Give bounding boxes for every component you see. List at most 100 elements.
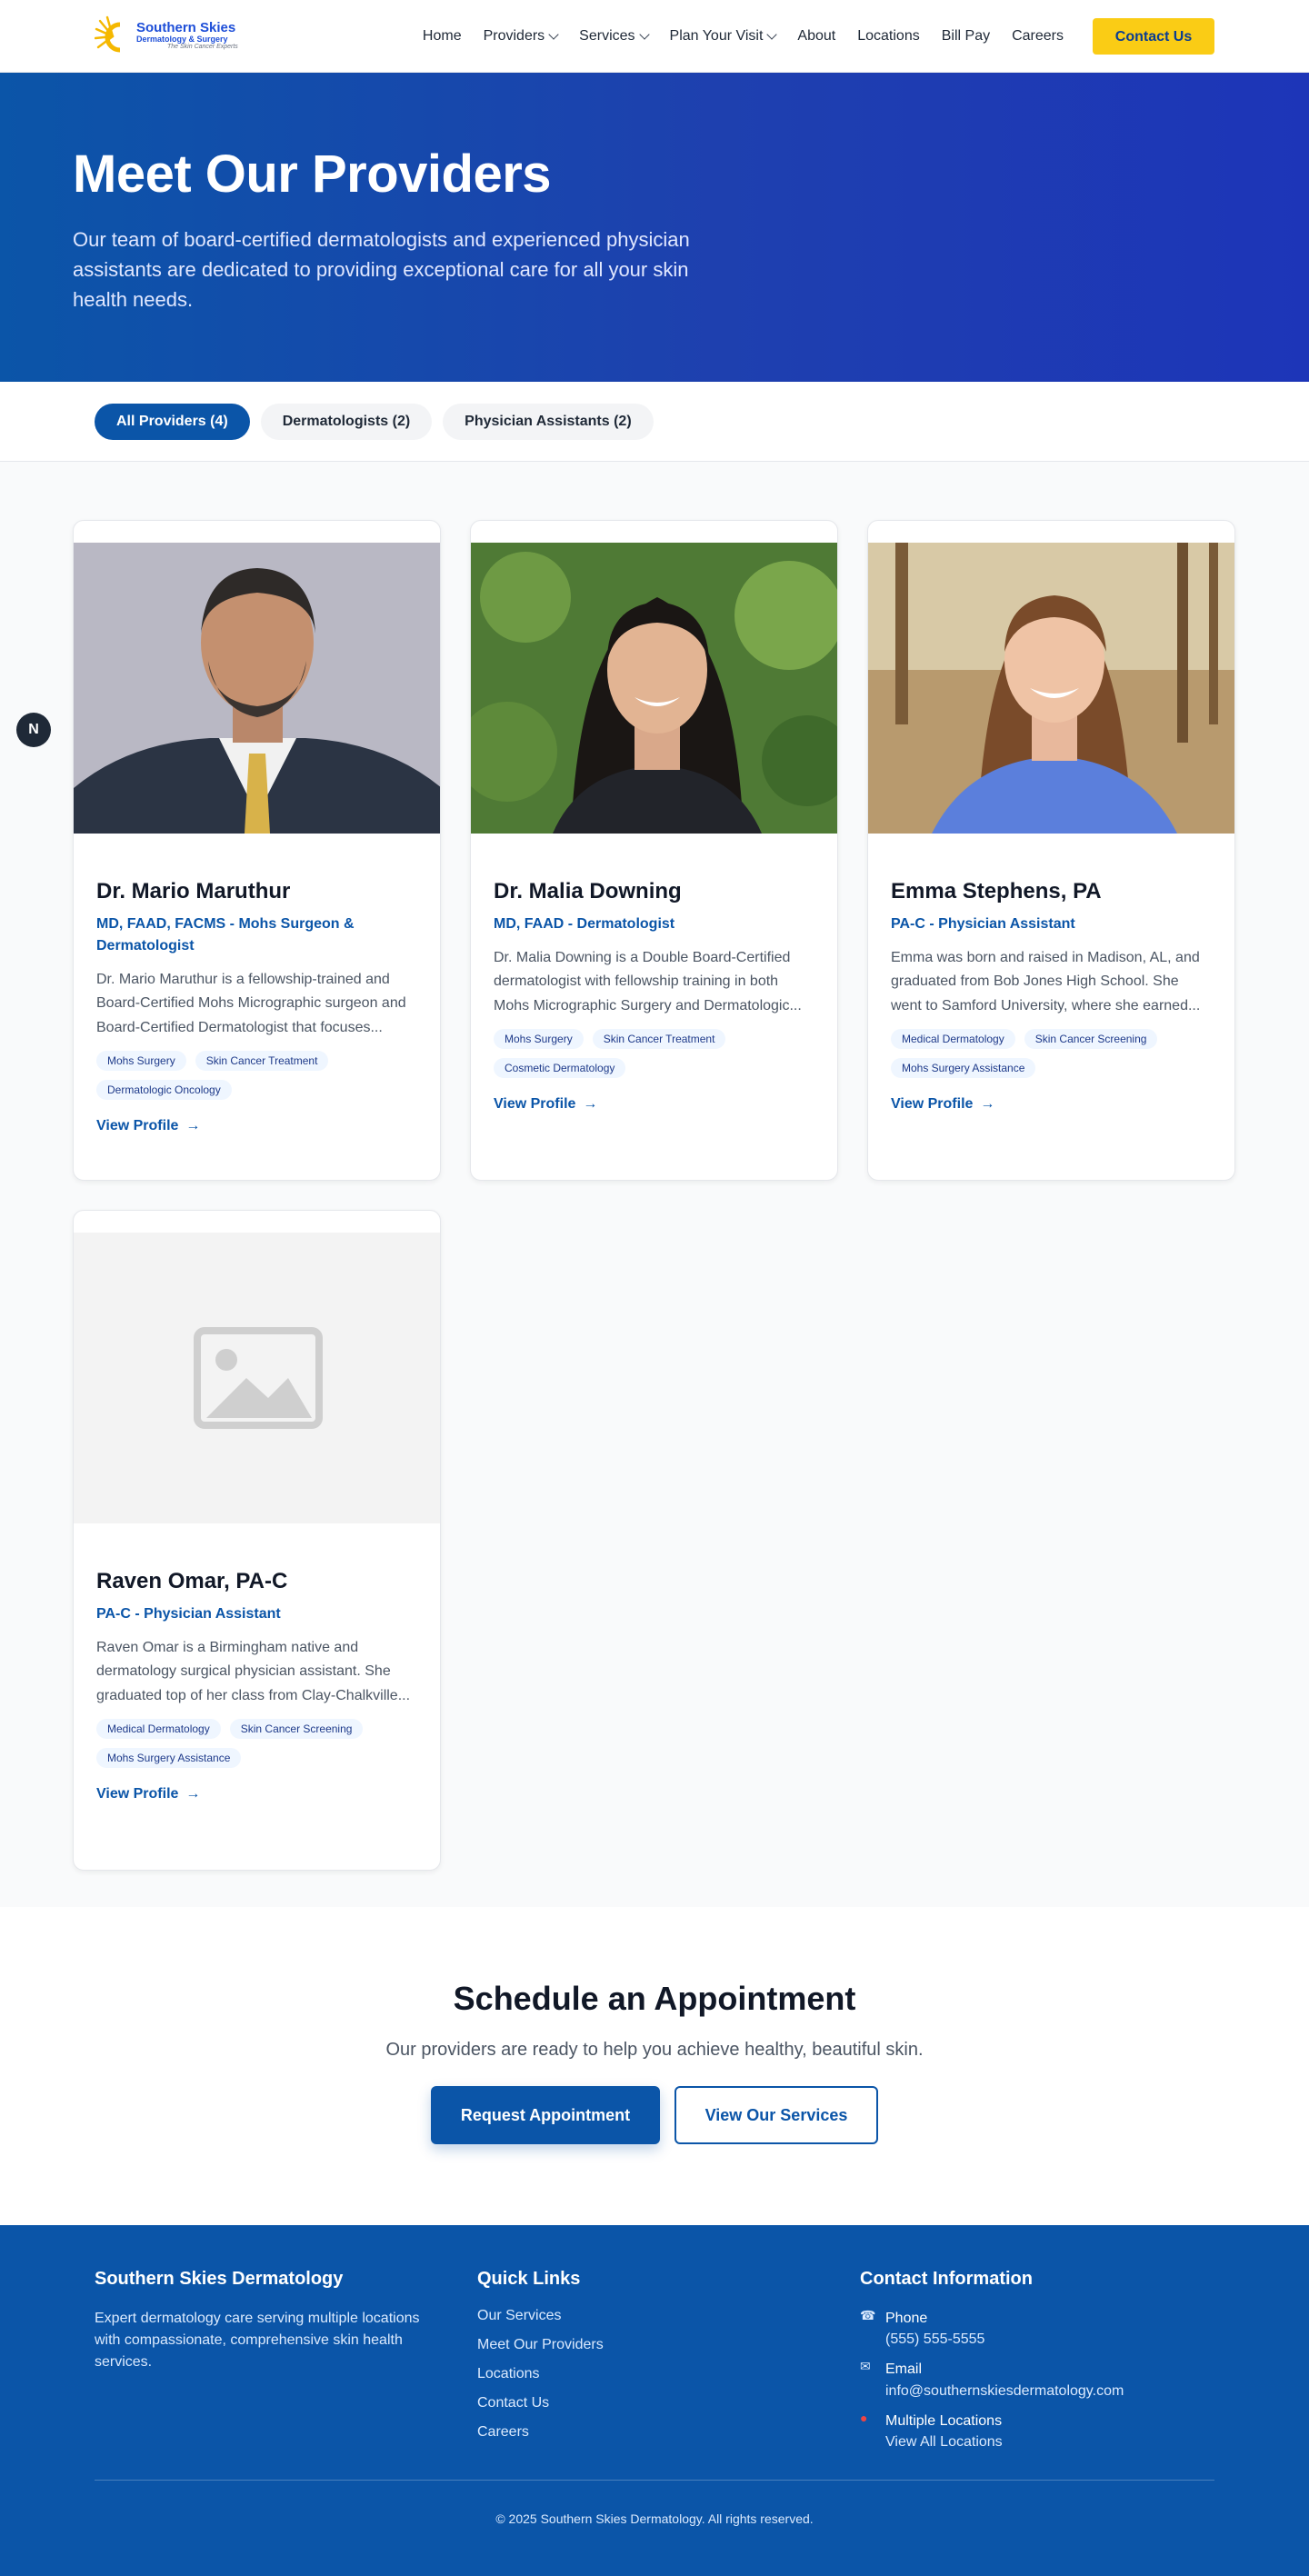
specialty-tag: Skin Cancer Screening: [229, 1719, 364, 1740]
provider-credentials: PA-C - Physician Assistant: [96, 1606, 281, 1622]
provider-name: Dr. Mario Maruthur: [96, 879, 291, 904]
contact-email: ✉ Email info@southernskiesdermatology.co…: [860, 2359, 1218, 2401]
provider-name: Raven Omar, PA-C: [96, 1569, 288, 1593]
filter-dermatologists[interactable]: Dermatologists (2): [260, 403, 433, 440]
provider-grid: Dr. Mario Maruthur MD, FAAD, FACMS - Moh…: [73, 520, 1236, 1871]
specialty-tag: Mohs Surgery Assistance: [891, 1058, 1036, 1079]
footer-about-text: Expert dermatology care serving multiple…: [95, 2311, 420, 2370]
specialty-tag: Dermatologic Oncology: [96, 1080, 232, 1101]
site-footer: Southern Skies Dermatology Expert dermat…: [0, 2225, 1309, 2576]
image-placeholder-icon: [74, 1233, 440, 1523]
filter-all-providers[interactable]: All Providers (4): [95, 403, 250, 440]
footer-quick-links: Quick Links Our Services Meet Our Provid…: [477, 2269, 860, 2469]
footer-contact: Contact Information ☎ Phone (555) 555-55…: [860, 2269, 1218, 2469]
specialty-tags: Medical Dermatology Skin Cancer Screenin…: [96, 1719, 417, 1769]
view-profile-link[interactable]: View Profile →: [96, 1786, 417, 1802]
footer-link-contact-us[interactable]: Contact Us: [477, 2395, 860, 2411]
contact-locations: ● Multiple Locations View All Locations: [860, 2411, 1218, 2452]
chevron-down-icon: [638, 28, 650, 40]
specialty-tag: Medical Dermatology: [96, 1719, 221, 1740]
footer-link-locations[interactable]: Locations: [477, 2366, 860, 2382]
request-appointment-button[interactable]: Request Appointment: [431, 2086, 660, 2144]
provider-card: Dr. Malia Downing MD, FAAD - Dermatologi…: [470, 520, 838, 1181]
arrow-right-icon: →: [185, 1786, 201, 1802]
footer-link-careers[interactable]: Careers: [477, 2424, 860, 2441]
footer-link-our-services[interactable]: Our Services: [477, 2308, 860, 2324]
nav-locations[interactable]: Locations: [857, 28, 920, 45]
email-address[interactable]: info@southernskiesdermatology.com: [885, 2381, 1124, 2401]
provider-photo: [74, 1233, 440, 1523]
specialty-tags: Mohs Surgery Skin Cancer Treatment Derma…: [96, 1051, 417, 1101]
provider-credentials: MD, FAAD, FACMS - Mohs Surgeon & Dermato…: [96, 916, 355, 954]
copyright: © 2025 Southern Skies Dermatology. All r…: [495, 2511, 814, 2526]
nav-providers[interactable]: Providers: [484, 28, 559, 45]
specialty-tags: Medical Dermatology Skin Cancer Screenin…: [891, 1029, 1212, 1079]
provider-name: Emma Stephens, PA: [891, 879, 1102, 904]
provider-filter-bar: All Providers (4) Dermatologists (2) Phy…: [0, 382, 1309, 462]
brand-tagline: The Skin Cancer Experts: [167, 44, 238, 51]
specialty-tag: Mohs Surgery: [96, 1051, 186, 1072]
page-title: Meet Our Providers: [73, 145, 552, 204]
logo[interactable]: Southern Skies Dermatology & Surgery The…: [95, 14, 240, 59]
provider-credentials: MD, FAAD - Dermatologist: [494, 916, 675, 932]
provider-card: Emma Stephens, PA PA-C - Physician Assis…: [867, 520, 1235, 1181]
arrow-right-icon: →: [980, 1096, 995, 1113]
contact-us-button[interactable]: Contact Us: [1093, 17, 1214, 55]
schedule-cta: Schedule an Appointment Our providers ar…: [0, 1907, 1309, 2225]
woman-portrait-image: [471, 543, 837, 834]
view-profile-link[interactable]: View Profile →: [96, 1118, 417, 1134]
footer-about: Southern Skies Dermatology Expert dermat…: [95, 2269, 477, 2469]
phone-number[interactable]: (555) 555-5555: [885, 2329, 984, 2350]
provider-photo: [868, 543, 1234, 834]
provider-card: Raven Omar, PA-C PA-C - Physician Assist…: [73, 1210, 441, 1871]
specialty-tag: Skin Cancer Screening: [1024, 1029, 1158, 1050]
hero-description: Our team of board-certified dermatologis…: [73, 228, 690, 311]
brand-name: Southern Skies: [136, 20, 236, 36]
provider-credentials: PA-C - Physician Assistant: [891, 916, 1075, 932]
cta-subtitle: Our providers are ready to help you achi…: [385, 2040, 924, 2060]
contact-label: Phone: [885, 2311, 928, 2326]
email-icon: ✉: [860, 2359, 871, 2374]
specialty-tag: Skin Cancer Treatment: [592, 1029, 726, 1050]
cta-title: Schedule an Appointment: [453, 1980, 856, 2017]
footer-about-heading: Southern Skies Dermatology: [95, 2269, 344, 2289]
contact-phone: ☎ Phone (555) 555-5555: [860, 2308, 1218, 2350]
provider-bio: Emma was born and raised in Madison, AL,…: [891, 950, 1201, 1013]
phone-icon: ☎: [860, 2308, 876, 2322]
view-all-locations-link[interactable]: View All Locations: [885, 2431, 1003, 2452]
provider-photo: [74, 543, 440, 834]
specialty-tag: Medical Dermatology: [891, 1029, 1015, 1050]
arrow-right-icon: →: [185, 1118, 201, 1134]
view-services-button[interactable]: View Our Services: [674, 2086, 878, 2144]
site-header: Southern Skies Dermatology & Surgery The…: [0, 0, 1309, 73]
footer-contact-heading: Contact Information: [860, 2269, 1033, 2289]
nav-bill-pay[interactable]: Bill Pay: [942, 28, 990, 45]
nav-careers[interactable]: Careers: [1012, 28, 1064, 45]
footer-link-meet-providers[interactable]: Meet Our Providers: [477, 2337, 860, 2353]
nav-services[interactable]: Services: [579, 28, 650, 45]
provider-bio: Dr. Mario Maruthur is a fellowship-train…: [96, 972, 406, 1035]
main-nav: Home Providers Services Plan Your Visit …: [423, 17, 1214, 55]
floating-badge[interactable]: N: [16, 713, 51, 747]
providers-section: N Dr. Mario Maruthur MD, FAAD, FACMS - M…: [0, 462, 1309, 1907]
chevron-down-icon: [766, 28, 778, 40]
specialty-tag: Mohs Surgery Assistance: [96, 1748, 242, 1769]
brand-subtitle: Dermatology & Surgery: [136, 34, 228, 44]
filter-physician-assistants[interactable]: Physician Assistants (2): [443, 403, 654, 440]
provider-photo: [471, 543, 837, 834]
contact-label: Multiple Locations: [885, 2412, 1003, 2429]
nav-home[interactable]: Home: [423, 28, 462, 45]
specialty-tag: Cosmetic Dermatology: [494, 1058, 626, 1079]
specialty-tags: Mohs Surgery Skin Cancer Treatment Cosme…: [494, 1029, 814, 1079]
man-portrait-image: [74, 543, 440, 834]
provider-card: Dr. Mario Maruthur MD, FAAD, FACMS - Moh…: [73, 520, 441, 1181]
nav-plan-your-visit[interactable]: Plan Your Visit: [670, 28, 778, 45]
view-profile-link[interactable]: View Profile →: [891, 1096, 1212, 1113]
provider-bio: Raven Omar is a Birmingham native and de…: [96, 1640, 411, 1703]
specialty-tag: Skin Cancer Treatment: [195, 1051, 329, 1072]
provider-name: Dr. Malia Downing: [494, 879, 682, 904]
location-pin-icon: ●: [860, 2410, 868, 2425]
nav-about[interactable]: About: [797, 28, 835, 45]
woman-scrubs-portrait-image: [868, 543, 1234, 834]
view-profile-link[interactable]: View Profile →: [494, 1096, 814, 1113]
